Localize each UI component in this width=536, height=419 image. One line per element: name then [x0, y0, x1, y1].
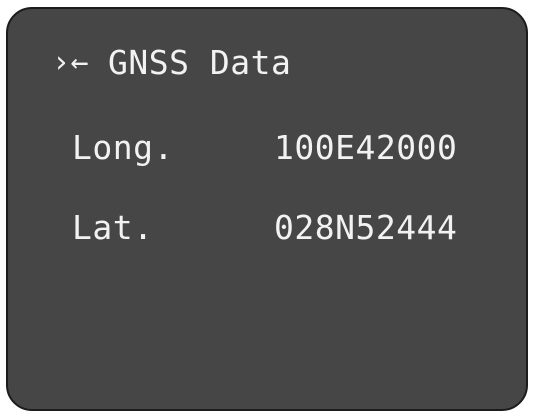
longitude-row: Long. 100E42000 — [72, 124, 492, 170]
latitude-value: 028N52444 — [274, 207, 458, 247]
screen-title: GNSS Data — [108, 42, 292, 82]
back-arrow-icon[interactable]: ›← — [52, 45, 108, 80]
latitude-label: Lat. — [72, 207, 154, 247]
longitude-value: 100E42000 — [274, 127, 458, 167]
gnss-screen: ›← GNSS Data Long. 100E42000 Lat. 028N52… — [6, 7, 528, 411]
longitude-label: Long. — [72, 127, 174, 167]
latitude-row: Lat. 028N52444 — [72, 204, 492, 250]
screen-header: ›← GNSS Data — [52, 39, 291, 85]
